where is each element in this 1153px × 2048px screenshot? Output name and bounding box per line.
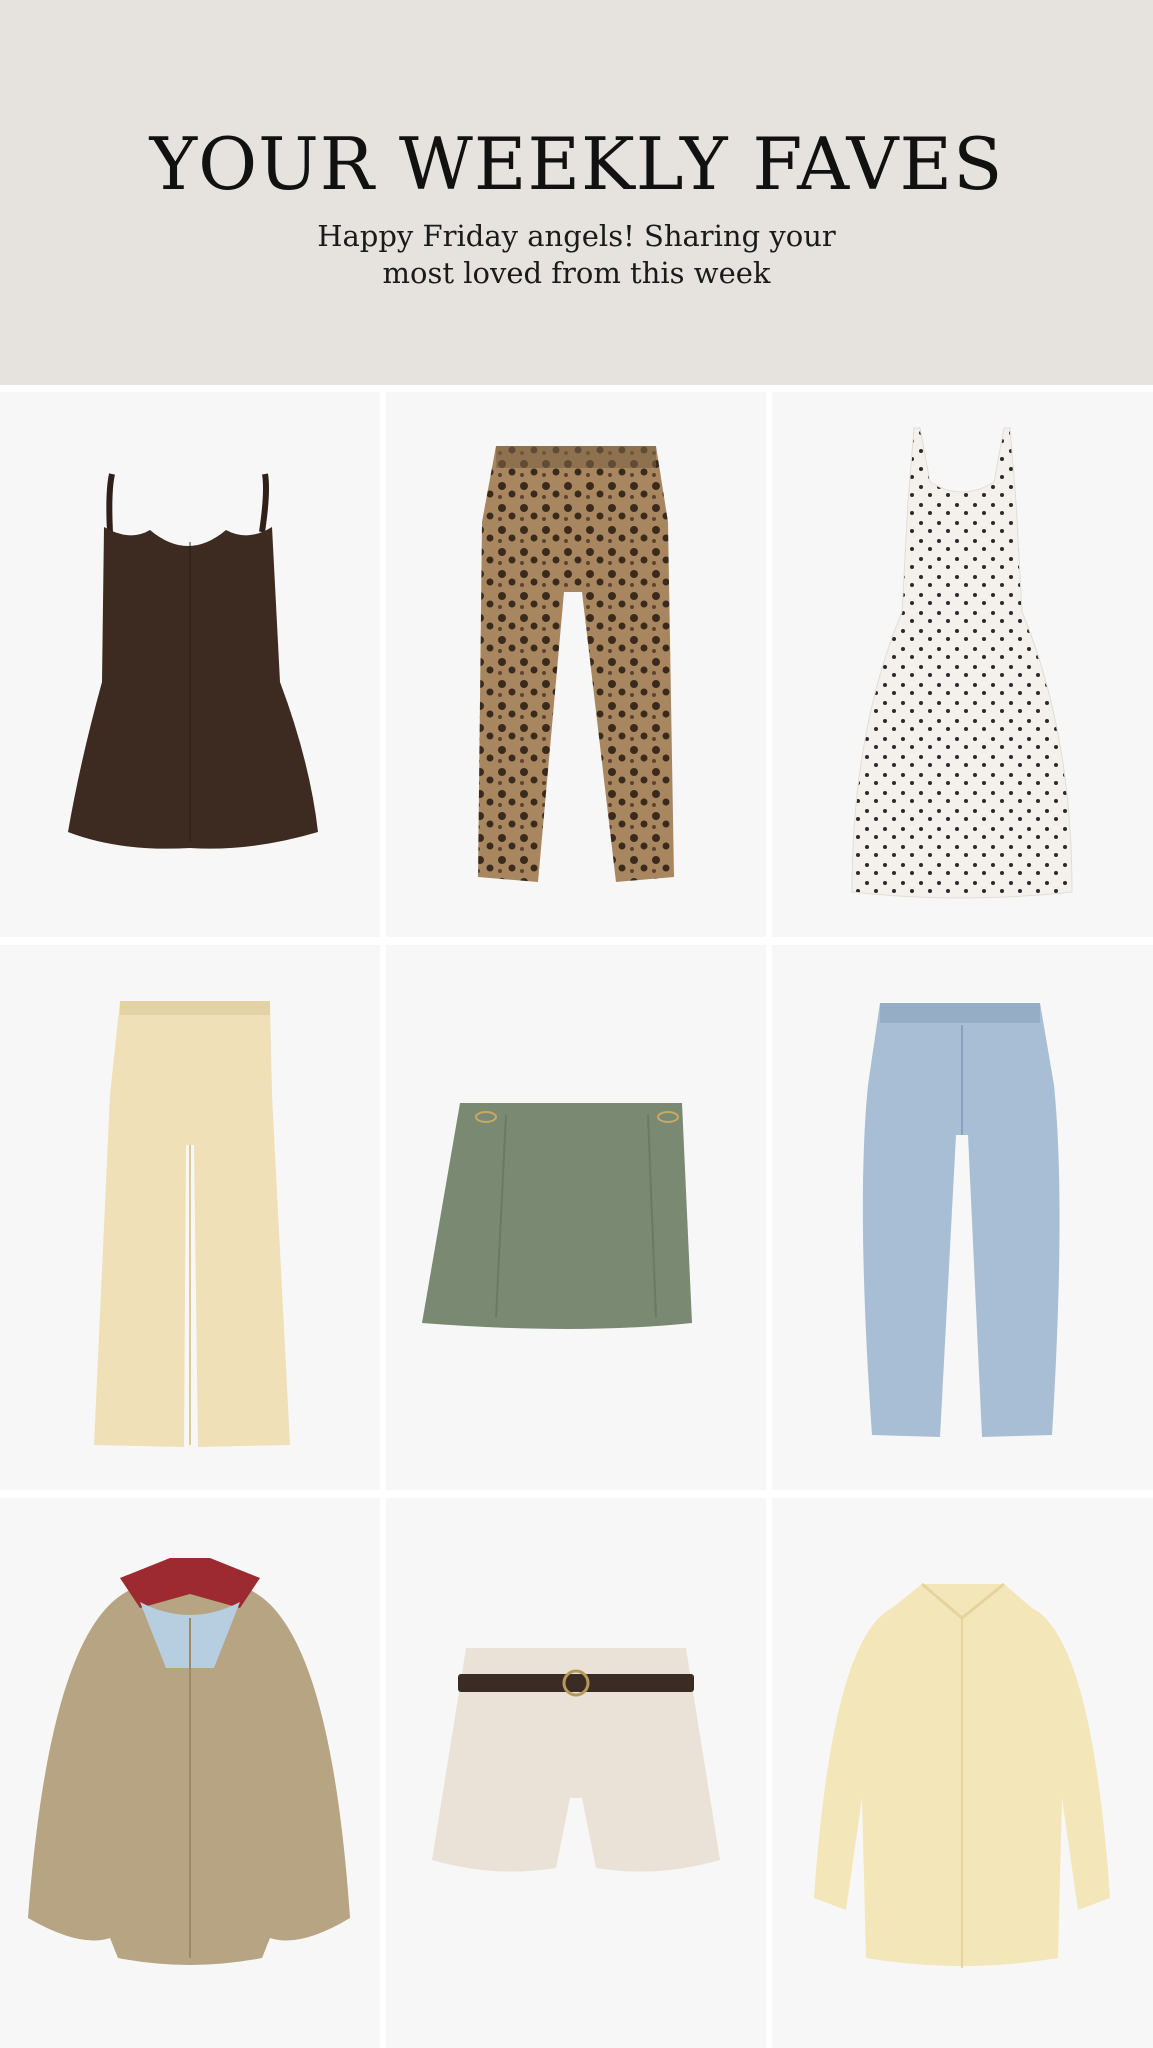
product-card-cream-shorts[interactable]	[386, 1498, 766, 2048]
polka-dot-dress-image	[851, 427, 1073, 899]
product-card-green-skirt[interactable]	[386, 945, 766, 1490]
yellow-linen-pants-image	[94, 1001, 290, 1447]
header-banner: YOUR WEEKLY FAVES Happy Friday angels! S…	[0, 0, 1153, 385]
subtitle-line-2: most loved from this week	[382, 256, 771, 290]
product-card-leopard-jeans[interactable]	[386, 392, 766, 937]
sage-mini-skirt-image	[422, 1103, 692, 1329]
light-wash-jeans-image	[862, 1003, 1060, 1437]
page-title: YOUR WEEKLY FAVES	[149, 122, 1004, 206]
tan-scarf-jacket-image	[28, 1558, 350, 1965]
brown-mini-dress-image	[68, 473, 318, 849]
yellow-linen-shirt-image	[814, 1582, 1110, 1968]
leopard-jeans-image	[478, 446, 674, 882]
page-subtitle: Happy Friday angels! Sharing your most l…	[0, 218, 1153, 292]
product-card-yellow-shirt[interactable]	[772, 1498, 1153, 2048]
product-grid	[0, 392, 1153, 2048]
subtitle-line-1: Happy Friday angels! Sharing your	[317, 219, 836, 253]
product-card-polka-dress[interactable]	[772, 392, 1153, 937]
product-card-light-jeans[interactable]	[772, 945, 1153, 1490]
product-card-brown-dress[interactable]	[0, 392, 380, 937]
cream-belted-shorts-image	[432, 1648, 720, 1872]
product-card-yellow-pants[interactable]	[0, 945, 380, 1490]
product-card-tan-jacket[interactable]	[0, 1498, 380, 2048]
